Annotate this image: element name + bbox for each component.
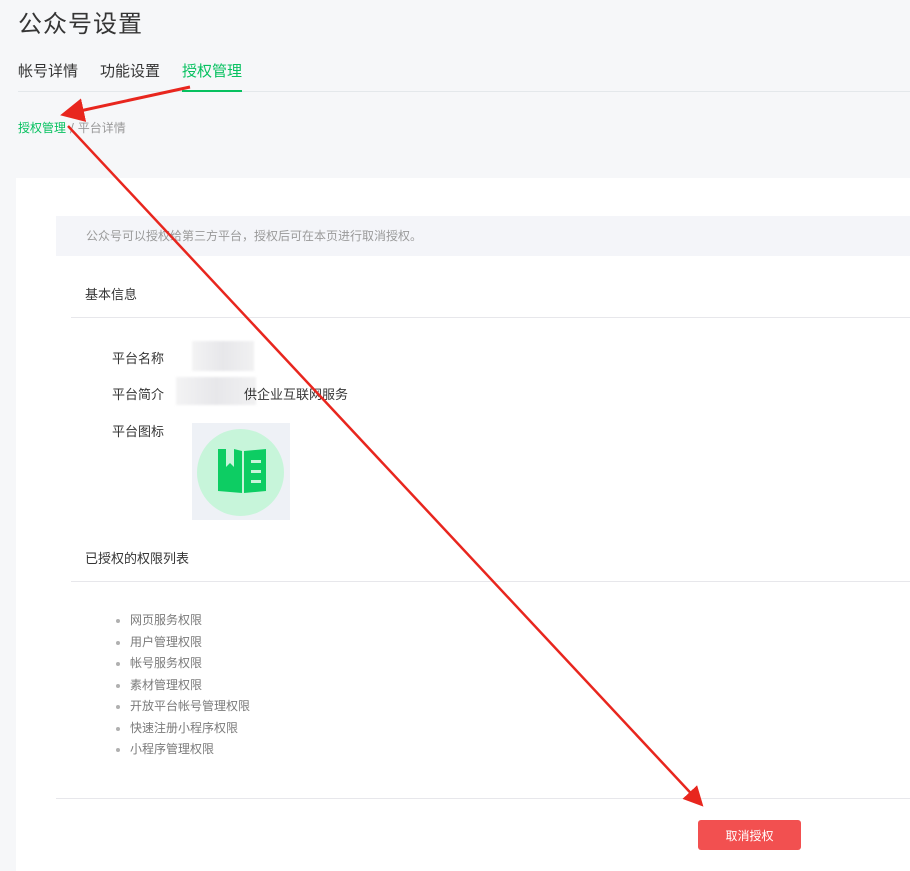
breadcrumb-link-authorization[interactable]: 授权管理: [18, 121, 66, 135]
notice-bar: 公众号可以授权给第三方平台，授权后可在本页进行取消授权。: [56, 216, 910, 256]
list-item: 帐号服务权限: [116, 653, 250, 675]
platform-desc-label: 平台简介: [112, 388, 165, 403]
tab-account-details[interactable]: 帐号详情: [18, 58, 78, 92]
tab-authorization-management[interactable]: 授权管理: [182, 58, 243, 92]
platform-desc-value: 供企业互联网服务: [244, 388, 349, 403]
breadcrumb-separator: /: [66, 121, 78, 135]
footer-divider: [56, 798, 910, 799]
page-title: 公众号设置: [18, 10, 143, 38]
list-item: 快速注册小程序权限: [116, 718, 250, 740]
platform-name-label: 平台名称: [112, 352, 165, 367]
settings-page: 公众号设置 帐号详情 功能设置 授权管理 授权管理 / 平台详情 公众号可以授权…: [0, 0, 910, 871]
tab-bar: 帐号详情 功能设置 授权管理: [18, 58, 910, 92]
platform-name-value-redacted: [192, 341, 254, 371]
cancel-authorization-button[interactable]: 取消授权: [698, 820, 801, 850]
platform-icon: [192, 423, 290, 520]
tab-feature-settings[interactable]: 功能设置: [100, 58, 160, 92]
list-item: 用户管理权限: [116, 632, 250, 654]
breadcrumb-current: 平台详情: [77, 121, 126, 135]
list-item: 素材管理权限: [116, 675, 250, 697]
platform-icon-label: 平台图标: [112, 425, 165, 440]
list-item: 网页服务权限: [116, 610, 250, 632]
breadcrumb: 授权管理 / 平台详情: [18, 119, 126, 136]
section-heading-permissions: 已授权的权限列表: [71, 542, 910, 582]
book-icon: [218, 449, 266, 493]
section-heading-basic-info: 基本信息: [71, 278, 910, 318]
list-item: 小程序管理权限: [116, 739, 250, 761]
permission-list: 网页服务权限 用户管理权限 帐号服务权限 素材管理权限 开放平台帐号管理权限 快…: [116, 610, 250, 761]
list-item: 开放平台帐号管理权限: [116, 696, 250, 718]
platform-detail-panel: 公众号可以授权给第三方平台，授权后可在本页进行取消授权。 基本信息 平台名称 平…: [16, 178, 910, 871]
